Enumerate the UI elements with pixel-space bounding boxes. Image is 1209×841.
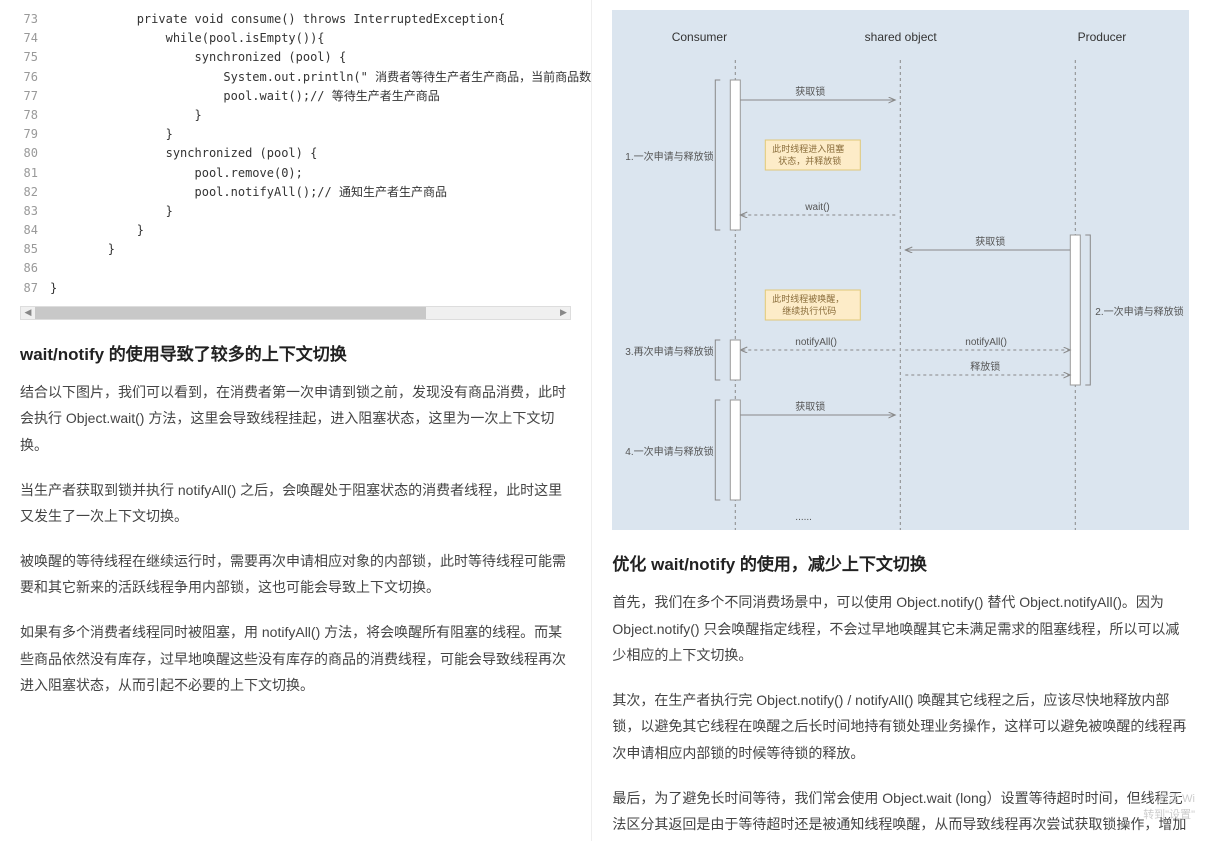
code-text: }	[50, 240, 115, 259]
line-number: 77	[20, 87, 50, 106]
code-line: 80 synchronized (pool) {	[20, 144, 571, 163]
svg-text:1.一次申请与释放锁: 1.一次申请与释放锁	[626, 150, 714, 163]
scroll-track[interactable]	[35, 307, 556, 319]
svg-text:释放锁: 释放锁	[971, 360, 1001, 373]
line-number: 74	[20, 29, 50, 48]
diagram-headers: Consumer shared object Producer	[624, 30, 1177, 44]
scroll-right-arrow[interactable]: ▶	[556, 307, 570, 319]
section-heading-left: wait/notify 的使用导致了较多的上下文切换	[20, 340, 571, 365]
svg-text:获取锁: 获取锁	[976, 235, 1006, 248]
code-line: 84 }	[20, 221, 571, 240]
svg-text:notifyAll(): notifyAll()	[966, 337, 1008, 348]
svg-text:notifyAll(): notifyAll()	[796, 337, 838, 348]
code-line: 82 pool.notifyAll();// 通知生产者生产商品	[20, 183, 571, 202]
line-number: 86	[20, 259, 50, 278]
svg-text:继续执行代码: 继续执行代码	[783, 305, 837, 316]
header-consumer: Consumer	[659, 30, 739, 44]
code-text: pool.remove(0);	[50, 164, 303, 183]
svg-text:2.一次申请与释放锁: 2.一次申请与释放锁	[1096, 305, 1184, 318]
paragraph: 当生产者获取到锁并执行 notifyAll() 之后，会唤醒处于阻塞状态的消费者…	[20, 477, 571, 530]
svg-text:获取锁: 获取锁	[796, 400, 826, 413]
code-line: 74 while(pool.isEmpty()){	[20, 29, 571, 48]
svg-text:......: ......	[796, 512, 813, 523]
code-text: }	[50, 221, 144, 240]
sequence-diagram: Consumer shared object Producer 1.一次申请与释…	[612, 10, 1189, 530]
line-number: 83	[20, 202, 50, 221]
line-number: 82	[20, 183, 50, 202]
code-line: 85 }	[20, 240, 571, 259]
code-block: 73 private void consume() throws Interru…	[20, 10, 571, 298]
section-heading-right: 优化 wait/notify 的使用，减少上下文切换	[612, 550, 1189, 575]
scroll-thumb[interactable]	[35, 307, 426, 319]
sequence-svg: 1.一次申请与释放锁 获取锁 此时线程进入阻塞 状态，并释放锁 wait() 获…	[612, 60, 1189, 530]
line-number: 79	[20, 125, 50, 144]
code-text: }	[50, 106, 202, 125]
paragraph: 被唤醒的等待线程在继续运行时，需要再次申请相应对象的内部锁，此时等待线程可能需要…	[20, 548, 571, 601]
horizontal-scrollbar[interactable]: ◀ ▶	[20, 306, 571, 320]
paragraph: 最后，为了避免长时间等待，我们常会使用 Object.wait (long）设置…	[612, 785, 1189, 841]
svg-text:4.一次申请与释放锁: 4.一次申请与释放锁	[626, 445, 714, 458]
code-text: }	[50, 279, 57, 298]
scroll-left-arrow[interactable]: ◀	[21, 307, 35, 319]
svg-text:3.再次申请与释放锁: 3.再次申请与释放锁	[626, 345, 714, 358]
line-number: 87	[20, 279, 50, 298]
code-text: while(pool.isEmpty()){	[50, 29, 325, 48]
paragraph: 如果有多个消费者线程同时被阻塞，用 notifyAll() 方法，将会唤醒所有阻…	[20, 619, 571, 699]
svg-text:此时线程进入阻塞: 此时线程进入阻塞	[773, 143, 845, 154]
code-line: 78 }	[20, 106, 571, 125]
header-shared: shared object	[861, 30, 941, 44]
line-number: 78	[20, 106, 50, 125]
line-number: 80	[20, 144, 50, 163]
code-line: 87}	[20, 279, 571, 298]
line-number: 73	[20, 10, 50, 29]
code-text: System.out.println(" 消费者等待生产者生产商品，当前商品数量…	[50, 68, 592, 87]
svg-text:此时线程被唤醒，: 此时线程被唤醒，	[773, 293, 845, 304]
code-text: pool.wait();// 等待生产者生产商品	[50, 87, 440, 106]
header-producer: Producer	[1062, 30, 1142, 44]
paragraph: 其次，在生产者执行完 Object.notify() / notifyAll()…	[612, 687, 1189, 767]
line-number: 81	[20, 164, 50, 183]
code-line: 73 private void consume() throws Interru…	[20, 10, 571, 29]
code-line: 81 pool.remove(0);	[20, 164, 571, 183]
line-number: 84	[20, 221, 50, 240]
paragraph: 首先，我们在多个不同消费场景中，可以使用 Object.notify() 替代 …	[612, 589, 1189, 669]
paragraph: 结合以下图片，我们可以看到，在消费者第一次申请到锁之前，发现没有商品消费，此时会…	[20, 379, 571, 459]
line-number: 85	[20, 240, 50, 259]
code-line: 75 synchronized (pool) {	[20, 48, 571, 67]
code-line: 77 pool.wait();// 等待生产者生产商品	[20, 87, 571, 106]
code-text: synchronized (pool) {	[50, 48, 346, 67]
svg-text:获取锁: 获取锁	[796, 85, 826, 98]
code-line: 79 }	[20, 125, 571, 144]
windows-activation-watermark: 激活 Wi 转到"设置"	[1143, 792, 1195, 823]
code-text: }	[50, 125, 173, 144]
code-text: synchronized (pool) {	[50, 144, 317, 163]
code-text: }	[50, 202, 173, 221]
code-line: 86	[20, 259, 571, 278]
svg-text:wait(): wait()	[805, 202, 830, 213]
svg-text:状态，并释放锁: 状态，并释放锁	[779, 155, 842, 166]
code-line: 83 }	[20, 202, 571, 221]
code-text: pool.notifyAll();// 通知生产者生产商品	[50, 183, 447, 202]
line-number: 76	[20, 68, 50, 87]
line-number: 75	[20, 48, 50, 67]
code-text: private void consume() throws Interrupte…	[50, 10, 505, 29]
code-line: 76 System.out.println(" 消费者等待生产者生产商品，当前商…	[20, 68, 571, 87]
